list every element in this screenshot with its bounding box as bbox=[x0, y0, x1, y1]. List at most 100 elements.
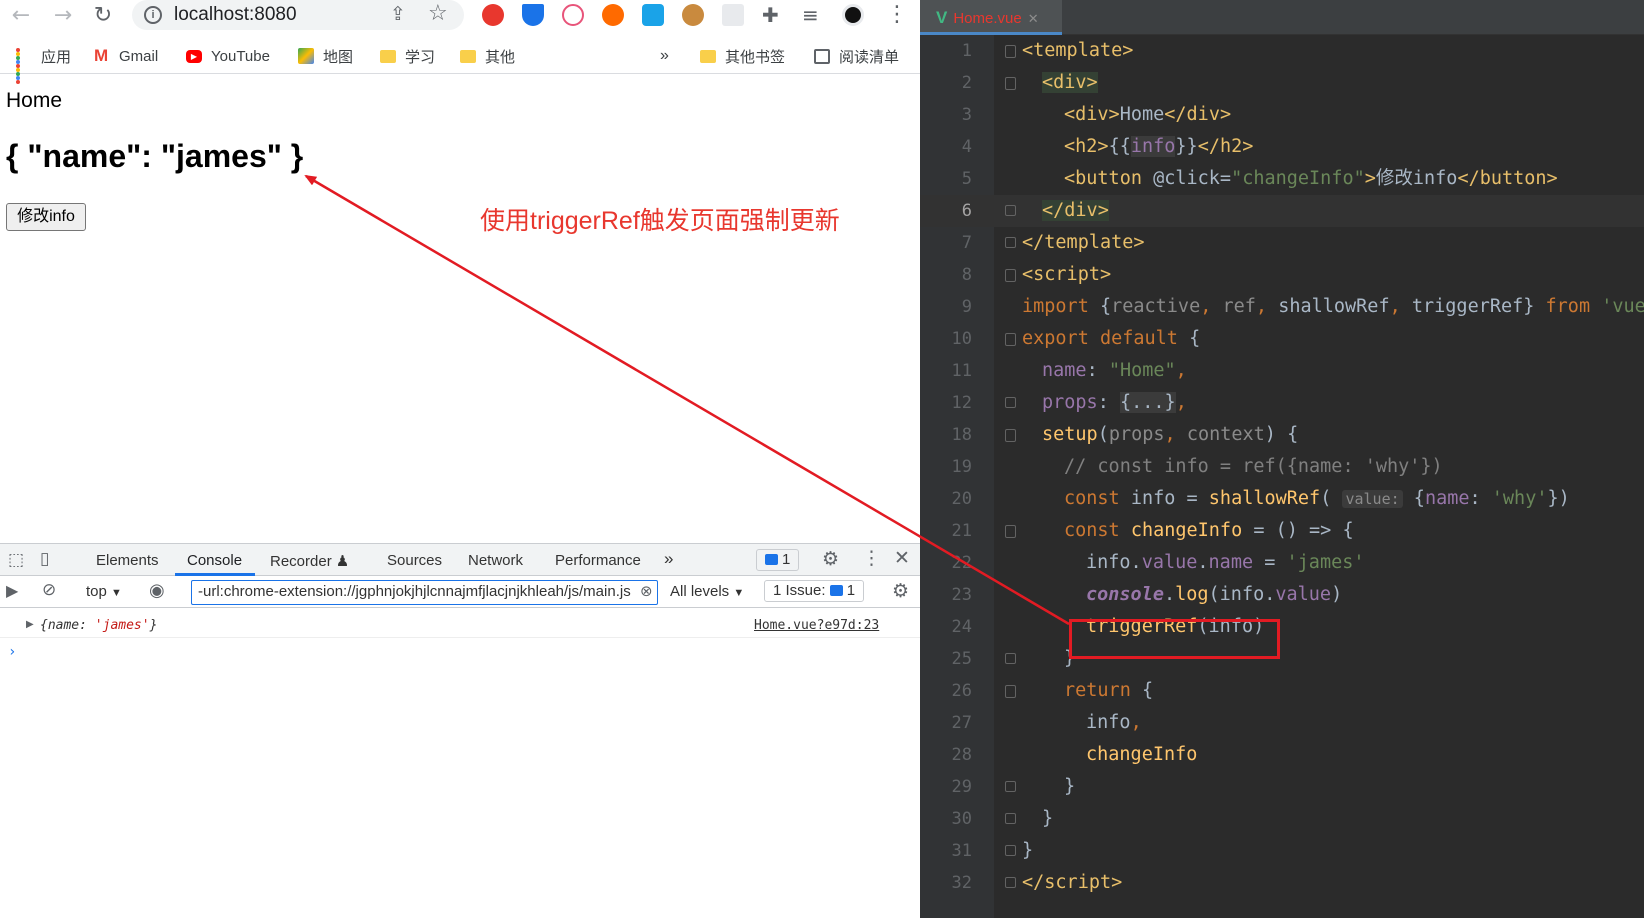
line-number: 22 bbox=[951, 553, 972, 573]
fold-marker-icon[interactable] bbox=[1005, 877, 1016, 888]
code-text: </template> bbox=[1022, 232, 1145, 253]
change-info-button[interactable]: 修改info bbox=[6, 203, 86, 231]
fold-marker-icon[interactable] bbox=[1005, 813, 1016, 824]
code-line: 5 <button @click="changeInfo">修改info</but… bbox=[920, 163, 1644, 195]
devtools-menu-icon[interactable]: ⋮ bbox=[862, 547, 881, 569]
maps-icon bbox=[298, 48, 314, 64]
fold-marker-icon[interactable] bbox=[1005, 205, 1016, 216]
share-icon[interactable]: ⇪ bbox=[390, 3, 406, 25]
fold-marker-icon[interactable] bbox=[1005, 781, 1016, 792]
bookmark-study-folder[interactable]: 学习 bbox=[380, 45, 435, 67]
bookmark-star-icon[interactable]: ☆ bbox=[428, 1, 448, 26]
address-bar[interactable]: i localhost:8080 ⇪ ☆ bbox=[132, 0, 464, 30]
bookmark-youtube[interactable]: ▶ YouTube bbox=[186, 45, 270, 67]
fold-marker-icon[interactable] bbox=[1005, 845, 1016, 856]
site-info-icon[interactable]: i bbox=[144, 6, 162, 24]
close-tab-icon[interactable]: ✕ bbox=[1028, 11, 1039, 26]
bookmark-apps[interactable]: 应用 bbox=[16, 45, 72, 84]
console-settings-gear-icon[interactable]: ⚙ bbox=[892, 580, 909, 602]
bookmark-other-bookmarks[interactable]: 其他书签 bbox=[700, 45, 785, 67]
code-line: 2 <div> bbox=[920, 67, 1644, 99]
vue-devtools-extension-icon[interactable] bbox=[522, 4, 544, 26]
cookie-extension-icon[interactable] bbox=[682, 4, 704, 26]
fold-marker-icon[interactable] bbox=[1005, 333, 1016, 346]
reload-icon[interactable]: ↻ bbox=[88, 2, 118, 32]
bookmark-label: 其他 bbox=[485, 48, 516, 66]
code-editor: V Home.vue ✕ 1 <template> 2 <div> 3 <div>Home… bbox=[920, 0, 1644, 918]
code-area[interactable]: 1 <template> 2 <div> 3 <div>Home</div> 4 <h2… bbox=[920, 35, 1644, 918]
issues-badge[interactable]: 1 Issue: 1 bbox=[764, 580, 865, 602]
extensions-puzzle-icon[interactable]: ✚ bbox=[762, 3, 779, 27]
media-control-icon[interactable]: ≡ bbox=[802, 3, 819, 27]
bookmark-other-folder[interactable]: 其他 bbox=[460, 45, 515, 67]
close-devtools-icon[interactable]: ✕ bbox=[894, 547, 910, 569]
bookmark-label: 其他书签 bbox=[725, 48, 786, 66]
settings-gear-icon[interactable]: ⚙ bbox=[822, 548, 839, 570]
bookmark-label: 应用 bbox=[41, 48, 72, 66]
tab-console[interactable]: Console bbox=[187, 552, 242, 569]
expand-triangle-icon[interactable]: ▶ bbox=[26, 619, 34, 630]
forward-icon[interactable]: → bbox=[48, 2, 78, 32]
editor-tab-bar: V Home.vue ✕ bbox=[920, 0, 1644, 35]
code-line: 24 triggerRef(info) bbox=[920, 611, 1644, 643]
log-source-link[interactable]: Home.vue?e97d:23 bbox=[754, 618, 879, 633]
hexagon-extension-icon[interactable] bbox=[642, 4, 664, 26]
fold-marker-icon[interactable] bbox=[1005, 685, 1016, 698]
fold-marker-icon[interactable] bbox=[1005, 429, 1016, 442]
code-text: <button @click="changeInfo">修改info</butt… bbox=[1064, 168, 1558, 189]
clear-console-icon[interactable]: ⊘ bbox=[42, 580, 56, 600]
fold-marker-icon[interactable] bbox=[1005, 237, 1016, 248]
bookmark-maps[interactable]: 地图 bbox=[298, 45, 353, 67]
logged-object[interactable]: {name: 'james'} bbox=[40, 618, 157, 633]
fold-marker-icon[interactable] bbox=[1005, 45, 1016, 58]
line-number: 9 bbox=[961, 297, 972, 317]
tab-network[interactable]: Network bbox=[468, 552, 523, 569]
tab-home-vue[interactable]: V Home.vue ✕ bbox=[920, 0, 1062, 35]
line-number: 5 bbox=[961, 169, 972, 189]
console-filter-input[interactable]: -url:chrome-extension://jgphnjokjhjlcnna… bbox=[191, 580, 658, 605]
bookmarks-overflow-chevron[interactable]: » bbox=[660, 45, 669, 67]
adblock-extension-icon[interactable] bbox=[482, 4, 504, 26]
tab-sources[interactable]: Sources bbox=[387, 552, 442, 569]
youtube-icon: ▶ bbox=[186, 49, 202, 63]
profile-avatar[interactable] bbox=[842, 4, 864, 26]
code-text: <template> bbox=[1022, 40, 1134, 61]
tab-performance[interactable]: Performance bbox=[555, 552, 641, 569]
tab-elements[interactable]: Elements bbox=[96, 552, 159, 569]
fold-marker-icon[interactable] bbox=[1005, 653, 1016, 664]
fold-marker-icon[interactable] bbox=[1005, 77, 1016, 90]
console-prompt[interactable]: › bbox=[8, 644, 16, 660]
bookmark-reading-list[interactable]: 阅读清单 bbox=[814, 45, 899, 67]
infinity-extension-icon[interactable] bbox=[602, 4, 624, 26]
fold-marker-icon[interactable] bbox=[1005, 269, 1016, 282]
device-toolbar-icon[interactable]: ▯ bbox=[40, 549, 49, 569]
fold-marker-icon[interactable] bbox=[1005, 525, 1016, 538]
line-number: 3 bbox=[961, 105, 972, 125]
live-expression-eye-icon[interactable]: ◉ bbox=[149, 580, 165, 601]
inspect-element-icon[interactable]: ⬚ bbox=[8, 550, 24, 570]
tab-label: Home.vue bbox=[953, 10, 1022, 27]
messages-badge[interactable]: 1 bbox=[756, 549, 800, 571]
tab-recorder[interactable]: Recorder ♟ bbox=[270, 552, 349, 570]
blank-extension-icon[interactable] bbox=[722, 4, 744, 26]
code-text: </script> bbox=[1022, 872, 1123, 893]
log-levels-select[interactable]: All levels ▼ bbox=[670, 583, 744, 600]
code-line: 9 import {reactive, ref, shallowRef, trig… bbox=[920, 291, 1644, 323]
line-number: 19 bbox=[951, 457, 972, 477]
sidebar-toggle-icon[interactable]: ▶ bbox=[6, 581, 18, 600]
back-icon[interactable]: ← bbox=[6, 2, 36, 32]
clear-filter-icon[interactable]: ⊗ bbox=[640, 582, 653, 600]
messages-count: 1 bbox=[782, 551, 791, 568]
context-select[interactable]: top ▼ bbox=[86, 583, 122, 600]
menu-kebab-icon[interactable]: ⋮ bbox=[886, 2, 908, 27]
screen-recorder-extension-icon[interactable] bbox=[562, 4, 584, 26]
log-obj-value: 'james' bbox=[94, 618, 150, 633]
more-tabs-chevron[interactable]: » bbox=[664, 549, 673, 569]
code-line: 19 // const info = ref({name: 'why'}) bbox=[920, 451, 1644, 483]
fold-marker-icon[interactable] bbox=[1005, 397, 1016, 408]
bookmarks-bar: 应用 M Gmail ▶ YouTube 地图 学习 其他 » 其他书签 阅读清… bbox=[0, 40, 920, 84]
bookmark-gmail[interactable]: M Gmail bbox=[94, 45, 158, 67]
message-icon bbox=[765, 554, 778, 565]
url-text[interactable]: localhost:8080 bbox=[174, 4, 297, 26]
folder-icon bbox=[380, 49, 396, 63]
